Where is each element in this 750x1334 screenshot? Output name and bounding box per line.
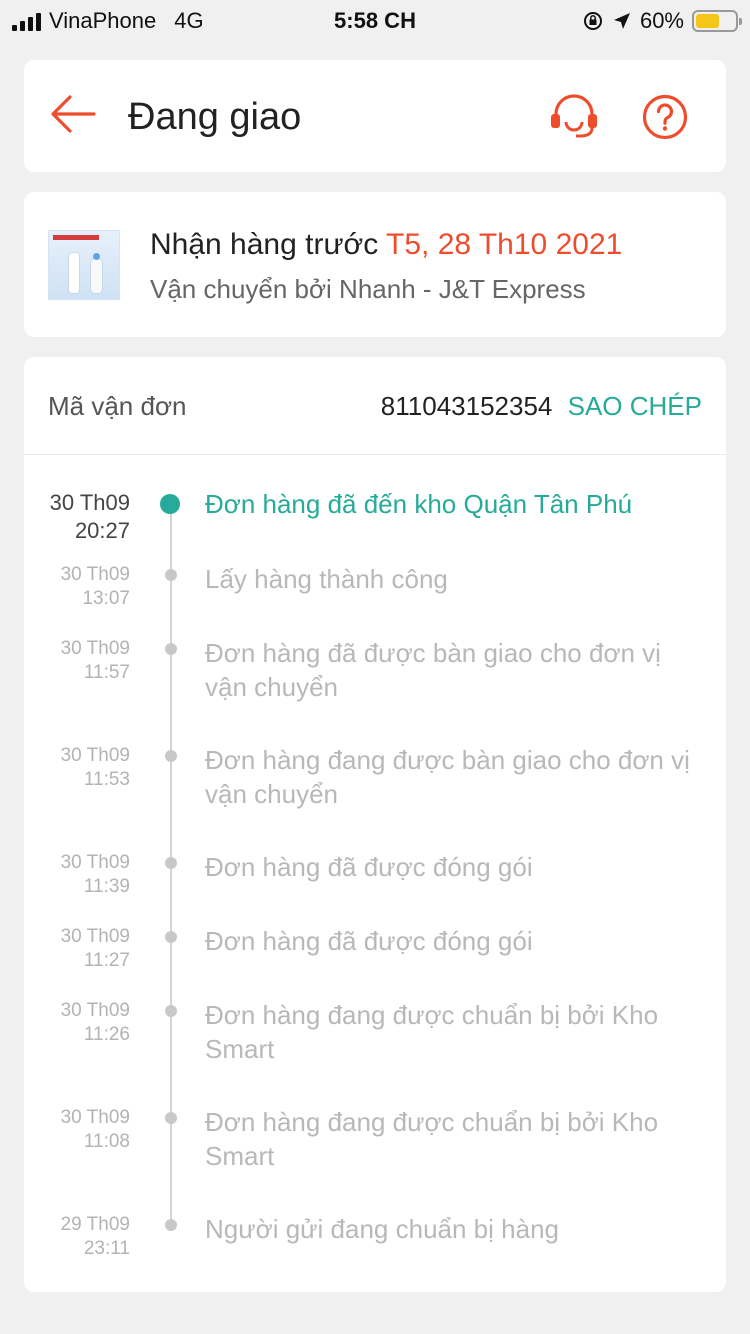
- event-time: 11:53: [83, 769, 130, 790]
- event-time: 13:07: [82, 588, 130, 609]
- event-text: Đơn hàng đã được đóng gói: [205, 852, 533, 882]
- event-time: 11:08: [83, 1131, 130, 1152]
- event-text: Đơn hàng đang được chuẩn bị bởi Kho Smar…: [205, 1107, 659, 1171]
- event-time: 11:39: [83, 876, 130, 897]
- event-text: Đơn hàng đang được bàn giao cho đơn vị v…: [205, 745, 690, 809]
- battery-icon: [692, 10, 742, 32]
- event-date: 29 Th09: [60, 1214, 130, 1235]
- headset-support-icon[interactable]: [548, 94, 600, 138]
- battery-percent: 60%: [639, 8, 684, 33]
- receive-prefix: Nhận hàng trước: [150, 228, 379, 261]
- event-date: 30 Th09: [60, 926, 130, 947]
- event-text: Người gửi đang chuẩn bị hàng: [205, 1214, 559, 1244]
- receive-by-line: Nhận hàng trước T5, 28 Th10 2021: [150, 228, 622, 262]
- product-thumbnail[interactable]: [48, 230, 120, 300]
- waybill-number: 811043152354: [380, 391, 553, 421]
- event-date: 30 Th09: [60, 638, 130, 659]
- event-text: Lấy hàng thành công: [205, 564, 448, 594]
- event-date: 30 Th09: [60, 852, 130, 873]
- page-title: Đang giao: [128, 96, 302, 138]
- timeline-dot: [165, 931, 177, 943]
- timeline-dot: [165, 1219, 177, 1231]
- event-time: 11:57: [83, 662, 130, 683]
- tracking-card: Mã vận đơn 811043152354 SAO CHÉP 30 Th09…: [24, 357, 726, 1292]
- receive-date: T5, 28 Th10 2021: [386, 228, 623, 261]
- event-text: Đơn hàng đã được bàn giao cho đơn vị vận…: [205, 638, 661, 702]
- timeline-dot: [165, 1112, 177, 1124]
- timeline-dot: [165, 750, 177, 762]
- event-time: 11:26: [83, 1024, 130, 1045]
- event-text: Đơn hàng đã đến kho Quận Tân Phú: [205, 489, 633, 519]
- waybill-row: Mã vận đơn 811043152354 SAO CHÉP: [24, 357, 726, 455]
- event-text: Đơn hàng đã được đóng gói: [205, 926, 533, 956]
- event-time: 20:27: [74, 518, 130, 543]
- delivery-info-card: Nhận hàng trước T5, 28 Th10 2021 Vận chu…: [24, 192, 726, 337]
- timeline-dot: [165, 569, 177, 581]
- status-bar: VinaPhone 4G 5:58 CH 60%: [0, 0, 750, 40]
- event-time: 23:11: [83, 1238, 130, 1259]
- back-arrow-icon[interactable]: [50, 94, 96, 134]
- event-text: Đơn hàng đang được chuẩn bị bởi Kho Smar…: [205, 1000, 659, 1064]
- event-date: 30 Th09: [60, 745, 130, 766]
- timeline-dot-active: [160, 494, 180, 514]
- event-date: 30 Th09: [60, 1107, 130, 1128]
- event-date: 30 Th09: [60, 564, 130, 585]
- orientation-lock-icon: [583, 12, 602, 30]
- shipping-carrier: Vận chuyển bởi Nhanh - J&T Express: [150, 274, 586, 304]
- timeline-dot: [165, 1005, 177, 1017]
- event-time: 11:27: [83, 950, 130, 971]
- copy-button[interactable]: SAO CHÉP: [568, 391, 702, 421]
- battery-fill: [696, 14, 719, 28]
- location-arrow-icon: [613, 13, 630, 29]
- waybill-right: 811043152354 SAO CHÉP: [381, 391, 702, 422]
- header-card: Đang giao: [24, 60, 726, 172]
- status-right: 60%: [582, 8, 742, 34]
- waybill-label: Mã vận đơn: [48, 391, 187, 421]
- event-date: 30 Th09: [49, 490, 130, 515]
- help-icon[interactable]: [642, 94, 688, 140]
- timeline-dot: [165, 643, 177, 655]
- timeline-dot: [165, 857, 177, 869]
- event-date: 30 Th09: [60, 1000, 130, 1021]
